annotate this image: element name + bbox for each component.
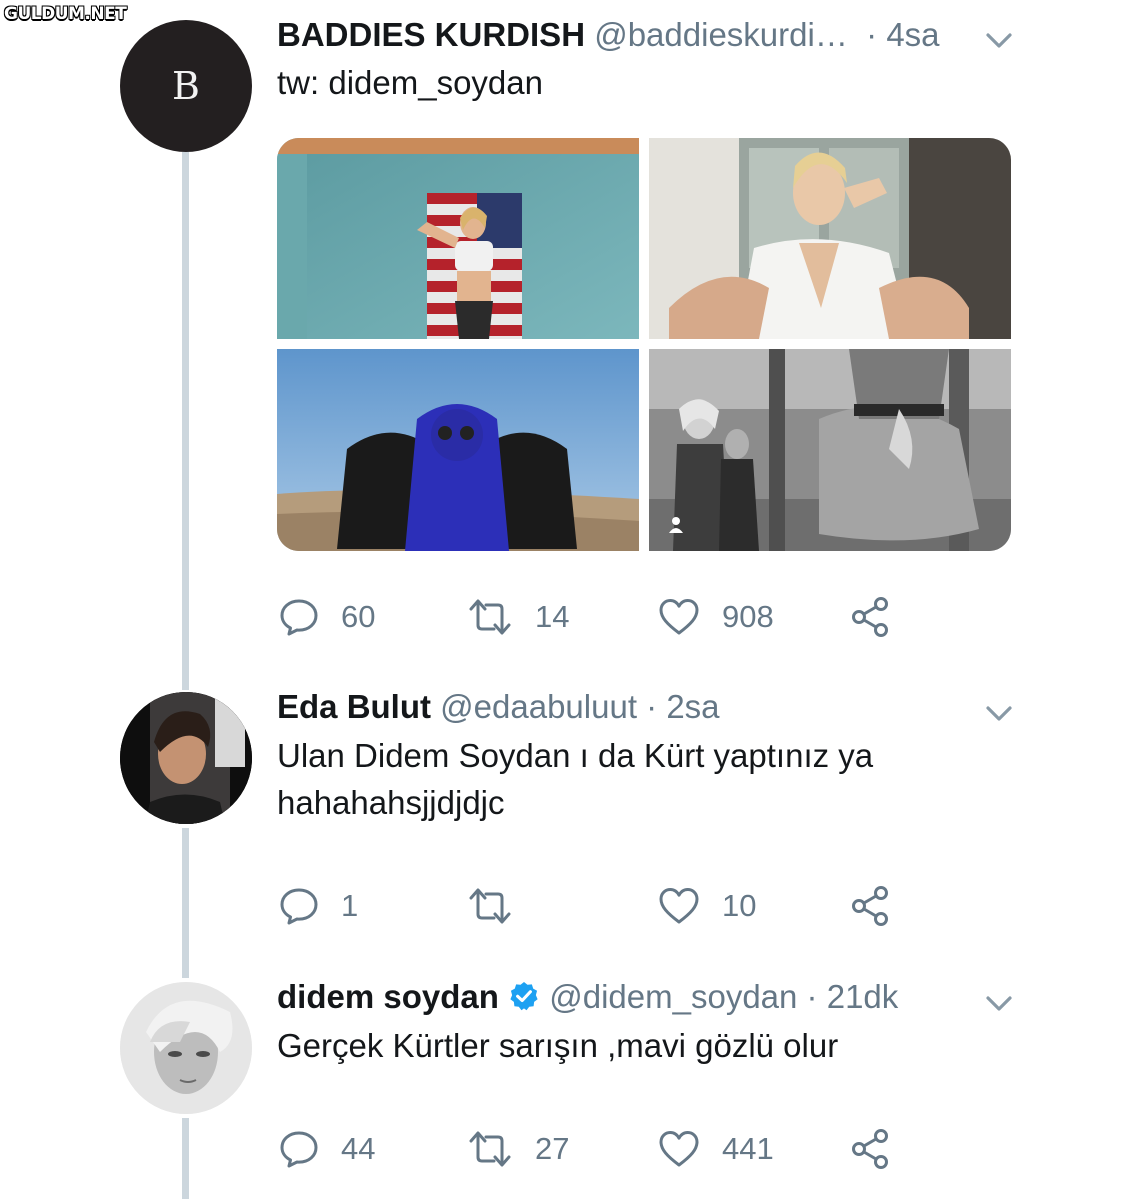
tweet-text: Ulan Didem Soydan ı da Kürt yaptınız ya … [277, 732, 873, 826]
thread-line [182, 152, 189, 690]
media-photo[interactable] [277, 349, 639, 551]
tweet-header: didem soydan @didem_soydan · 21dk [277, 978, 898, 1016]
retweet-button[interactable]: 14 [467, 594, 569, 640]
like-count: 908 [722, 599, 774, 634]
separator-dot: · [797, 978, 827, 1015]
display-name[interactable]: BADDIES KURDISH [277, 16, 585, 53]
display-name[interactable]: Eda Bulut [277, 688, 431, 725]
reply-icon [280, 1131, 318, 1168]
heart-icon [659, 1131, 699, 1167]
avatar[interactable] [120, 692, 252, 824]
reply-icon [280, 599, 318, 636]
avatar-letter: B [172, 64, 200, 108]
like-button[interactable]: 908 [658, 594, 774, 640]
site-watermark: GULDUM.NET [4, 4, 127, 24]
reply-count: 1 [341, 888, 359, 923]
chevron-down-icon[interactable] [985, 705, 1013, 723]
timestamp[interactable]: 4sa [886, 16, 939, 53]
reply-icon [280, 888, 318, 925]
thread-line [182, 1118, 189, 1199]
tweet-text-line: Gerçek Kürtler sarışın ,mavi gözlü olur [277, 1027, 839, 1064]
separator-dot: · [857, 16, 887, 53]
tweet-header: Eda Bulut @edaabuluut · 2sa [277, 688, 720, 726]
like-count: 10 [722, 888, 757, 923]
heart-icon [659, 888, 699, 924]
share-icon [852, 1129, 888, 1169]
share-button[interactable] [850, 594, 890, 640]
thread-line [182, 828, 189, 978]
user-handle[interactable]: @baddieskurdi… [594, 16, 848, 53]
reply-button[interactable]: 44 [279, 1126, 375, 1172]
user-handle[interactable]: @didem_soydan [549, 978, 797, 1015]
share-button[interactable] [850, 1126, 890, 1172]
like-count: 441 [722, 1131, 774, 1166]
reply-button[interactable]: 1 [279, 883, 358, 929]
tweet-text-line: Ulan Didem Soydan ı da Kürt yaptınız ya [277, 737, 874, 774]
retweet-icon [469, 1131, 511, 1167]
timestamp[interactable]: 21dk [827, 978, 899, 1015]
share-icon [852, 886, 888, 926]
tweet-text: tw: didem_soydan [277, 59, 543, 106]
tweet-text-line: tw: didem_soydan [277, 64, 543, 101]
user-handle[interactable]: @edaabuluut [440, 688, 637, 725]
heart-icon [659, 599, 699, 635]
display-name[interactable]: didem soydan [277, 978, 499, 1015]
timestamp[interactable]: 2sa [666, 688, 719, 725]
retweet-icon [469, 888, 511, 924]
media-photo[interactable] [649, 349, 1011, 551]
share-icon [852, 597, 888, 637]
retweet-icon [469, 599, 511, 635]
retweet-count: 14 [535, 599, 570, 634]
avatar[interactable]: B [120, 20, 252, 152]
media-grid [277, 138, 1011, 551]
reply-button[interactable]: 60 [279, 594, 375, 640]
media-photo[interactable] [277, 138, 639, 339]
retweet-button[interactable]: 27 [467, 1126, 569, 1172]
tweet-text: Gerçek Kürtler sarışın ,mavi gözlü olur [277, 1022, 838, 1069]
chevron-down-icon[interactable] [985, 32, 1013, 50]
reply-count: 60 [341, 599, 376, 634]
avatar[interactable] [120, 982, 252, 1114]
retweet-button[interactable] [467, 883, 535, 929]
retweet-count: 27 [535, 1131, 570, 1166]
separator-dot: · [637, 688, 667, 725]
verified-badge-icon [510, 982, 538, 1011]
tweet-header: BADDIES KURDISH @baddieskurdi… · 4sa [277, 16, 940, 54]
chevron-down-icon[interactable] [985, 995, 1013, 1013]
share-button[interactable] [850, 883, 890, 929]
like-button[interactable]: 441 [658, 1126, 774, 1172]
media-photo[interactable] [649, 138, 1011, 339]
tweet-text-line: hahahahsjjdjdjc [277, 784, 505, 821]
like-button[interactable]: 10 [658, 883, 756, 929]
reply-count: 44 [341, 1131, 376, 1166]
